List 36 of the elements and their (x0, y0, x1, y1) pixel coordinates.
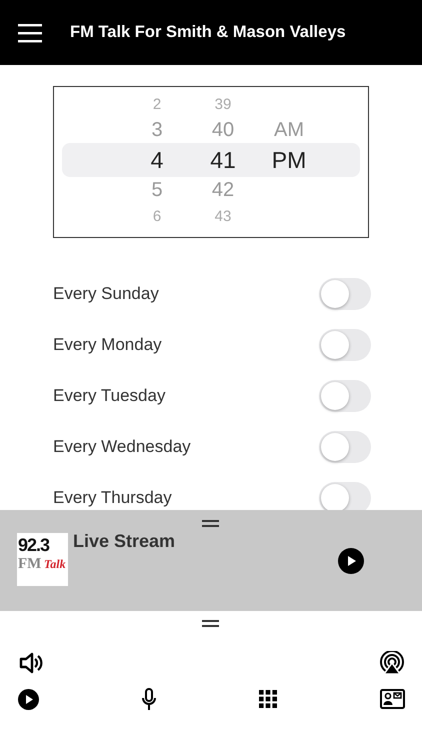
toggle-switch[interactable] (319, 278, 371, 310)
picker-value[interactable]: 6 (152, 208, 162, 224)
repeat-day-label: Every Sunday (53, 284, 159, 304)
stream-title: Live Stream (73, 531, 176, 552)
logo-fm-text: FM (18, 556, 42, 573)
app-title: FM Talk For Smith & Mason Valleys (70, 23, 346, 42)
picker-value[interactable]: AM (274, 118, 304, 142)
airplay-icon[interactable] (379, 651, 405, 675)
repeat-day-label: Every Monday (53, 334, 162, 354)
picker-value[interactable]: 42 (212, 178, 234, 202)
play-icon[interactable] (18, 688, 39, 710)
microphone-icon[interactable] (142, 688, 156, 710)
toggle-switch[interactable] (319, 328, 371, 360)
picker-value[interactable]: 39 (214, 96, 232, 112)
drag-handle-icon[interactable] (202, 620, 219, 627)
picker-value[interactable]: 5 (151, 178, 163, 202)
contact-card-icon[interactable] (380, 689, 405, 709)
drag-handle-icon[interactable] (202, 520, 219, 527)
repeat-day-label: Every Wednesday (53, 436, 191, 456)
picker-value[interactable]: 40 (212, 118, 234, 142)
picker-value[interactable]: 2 (152, 96, 162, 112)
speaker-icon[interactable] (19, 652, 43, 674)
picker-value[interactable]: PM (272, 146, 306, 174)
picker-value[interactable]: 4 (150, 146, 164, 174)
toggle-switch[interactable] (319, 380, 371, 412)
logo-talk-text: Talk (44, 557, 66, 572)
picker-value[interactable]: 3 (151, 118, 163, 142)
repeat-day-label: Every Tuesday (53, 386, 166, 406)
logo-frequency-text: 92.3 (18, 535, 50, 556)
grid-icon[interactable] (259, 690, 277, 708)
picker-value[interactable]: 43 (214, 208, 232, 224)
play-button-icon[interactable] (338, 548, 364, 574)
repeat-day-label: Every Thursday (53, 488, 172, 508)
menu-icon[interactable] (18, 22, 42, 42)
toggle-switch[interactable] (319, 430, 371, 462)
picker-value[interactable]: 41 (210, 146, 236, 174)
